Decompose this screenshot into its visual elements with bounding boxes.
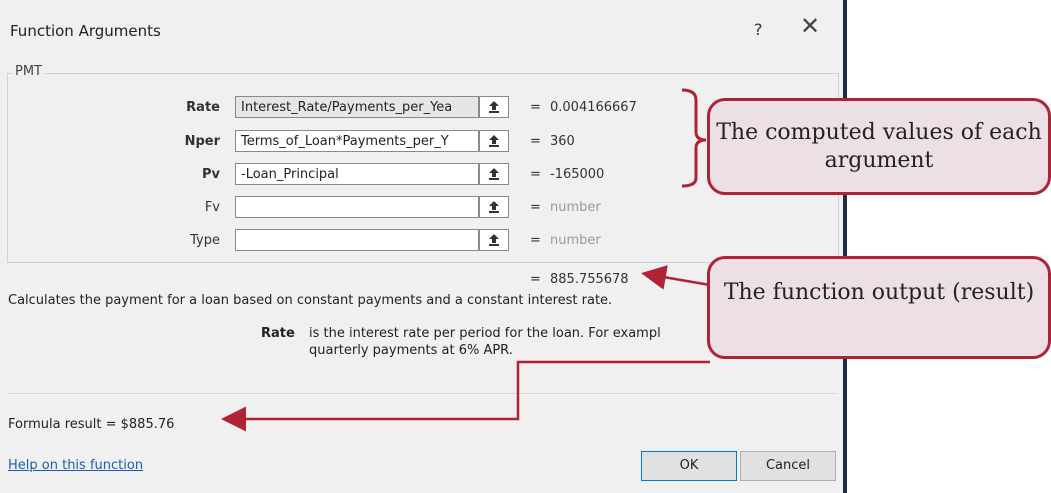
function-result-value: 885.755678 bbox=[550, 272, 629, 287]
annotation-function-output: The function output (result) bbox=[707, 256, 1051, 359]
nper-equals: = bbox=[530, 134, 541, 149]
rate-collapse-button[interactable] bbox=[479, 96, 509, 118]
pv-input[interactable]: -Loan_Principal bbox=[235, 163, 479, 185]
annotation-computed-values: The computed values of each argument bbox=[707, 98, 1051, 195]
collapse-arrow-icon bbox=[489, 234, 499, 246]
param-name: Rate bbox=[261, 326, 295, 341]
formula-result: Formula result = $885.76 bbox=[8, 417, 175, 432]
pv-collapse-button[interactable] bbox=[479, 163, 509, 185]
help-on-function-link[interactable]: Help on this function bbox=[8, 458, 143, 473]
nper-input[interactable]: Terms_of_Loan*Payments_per_Y bbox=[235, 130, 479, 152]
type-input[interactable] bbox=[235, 229, 479, 251]
collapse-arrow-icon bbox=[489, 201, 499, 213]
result-equals: = bbox=[530, 272, 541, 287]
rate-input[interactable]: Interest_Rate/Payments_per_Yea bbox=[235, 96, 479, 118]
arg-label-pv: Pv bbox=[201, 167, 220, 182]
close-button[interactable]: ✕ bbox=[800, 14, 820, 38]
collapse-arrow-icon bbox=[489, 168, 499, 180]
function-name: PMT bbox=[12, 64, 45, 79]
dialog-title: Function Arguments bbox=[10, 22, 161, 40]
type-collapse-button[interactable] bbox=[479, 229, 509, 251]
rate-computed: 0.004166667 bbox=[550, 100, 637, 115]
cancel-button[interactable]: Cancel bbox=[740, 451, 836, 481]
pv-equals: = bbox=[530, 167, 541, 182]
fv-input[interactable] bbox=[235, 196, 479, 218]
function-arguments-dialog: Function Arguments ? ✕ PMT Rate Interest… bbox=[0, 0, 843, 493]
fv-collapse-button[interactable] bbox=[479, 196, 509, 218]
type-computed: number bbox=[550, 233, 601, 248]
arg-label-type: Type bbox=[190, 233, 220, 248]
ok-button[interactable]: OK bbox=[641, 451, 737, 481]
collapse-arrow-icon bbox=[489, 101, 499, 113]
pv-computed: -165000 bbox=[550, 167, 605, 182]
divider bbox=[7, 393, 837, 394]
arg-label-fv: Fv bbox=[204, 200, 220, 215]
collapse-arrow-icon bbox=[489, 135, 499, 147]
help-button[interactable]: ? bbox=[754, 20, 763, 39]
param-description-line2: quarterly payments at 6% APR. bbox=[309, 343, 513, 358]
rate-equals: = bbox=[530, 100, 541, 115]
nper-computed: 360 bbox=[550, 134, 575, 149]
type-equals: = bbox=[530, 233, 541, 248]
window-edge bbox=[843, 0, 847, 493]
param-description-line1: is the interest rate per period for the … bbox=[309, 326, 661, 341]
function-description: Calculates the payment for a loan based … bbox=[8, 293, 613, 308]
nper-collapse-button[interactable] bbox=[479, 130, 509, 152]
fv-computed: number bbox=[550, 200, 601, 215]
fv-equals: = bbox=[530, 200, 541, 215]
arg-label-rate: Rate bbox=[186, 100, 220, 115]
arg-label-nper: Nper bbox=[184, 134, 220, 149]
